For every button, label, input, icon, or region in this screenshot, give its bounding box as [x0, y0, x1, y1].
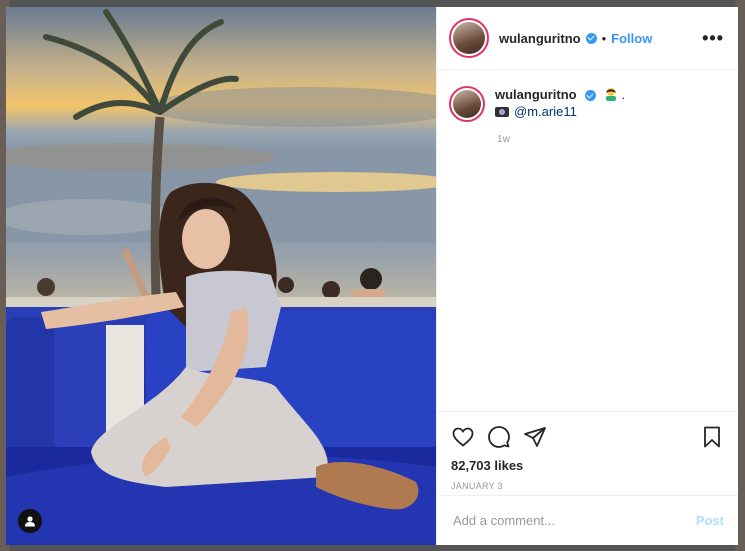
username-link[interactable]: wulanguritno: [499, 31, 581, 46]
post-modal: wulanguritno • Follow ••• wulanguritno .: [6, 7, 738, 545]
comment-icon[interactable]: [487, 425, 511, 449]
more-options-icon[interactable]: •••: [702, 28, 724, 49]
comment-input[interactable]: [451, 512, 696, 529]
caption-avatar[interactable]: [449, 86, 485, 122]
user-icon: [25, 516, 35, 527]
caption-timestamp[interactable]: 1w: [497, 134, 738, 145]
heart-icon[interactable]: [451, 425, 475, 449]
share-icon[interactable]: [523, 425, 547, 449]
follow-button[interactable]: Follow: [611, 31, 652, 46]
post-comment-button[interactable]: Post: [696, 513, 724, 528]
post-date[interactable]: JANUARY 3: [451, 481, 724, 491]
caption-body: wulanguritno . @m.arie11: [495, 86, 625, 122]
person-tipping-hand-emoji-icon: [605, 88, 616, 101]
separator-dot: •: [601, 30, 607, 46]
post-header: wulanguritno • Follow •••: [437, 7, 738, 70]
bookmark-icon[interactable]: [700, 425, 724, 449]
camera-emoji-icon: [495, 107, 509, 117]
mention-link[interactable]: @m.arie11: [514, 104, 577, 119]
avatar[interactable]: [449, 18, 489, 58]
post-photo[interactable]: [6, 7, 436, 545]
comment-form: Post: [437, 495, 738, 545]
photo-image: [6, 7, 436, 545]
caption-text: .: [621, 87, 626, 102]
action-icons: [451, 422, 724, 452]
verified-badge-icon: [585, 32, 597, 44]
verified-badge-icon: [585, 90, 597, 102]
likes-count[interactable]: 82,703 likes: [451, 458, 724, 473]
caption-username-link[interactable]: wulanguritno: [495, 87, 577, 102]
tagged-users-button[interactable]: [18, 509, 42, 533]
post-actions: 82,703 likes JANUARY 3: [437, 411, 738, 501]
caption-comment: wulanguritno . @m.arie11: [437, 70, 738, 122]
post-sidebar: wulanguritno • Follow ••• wulanguritno .: [436, 7, 738, 545]
